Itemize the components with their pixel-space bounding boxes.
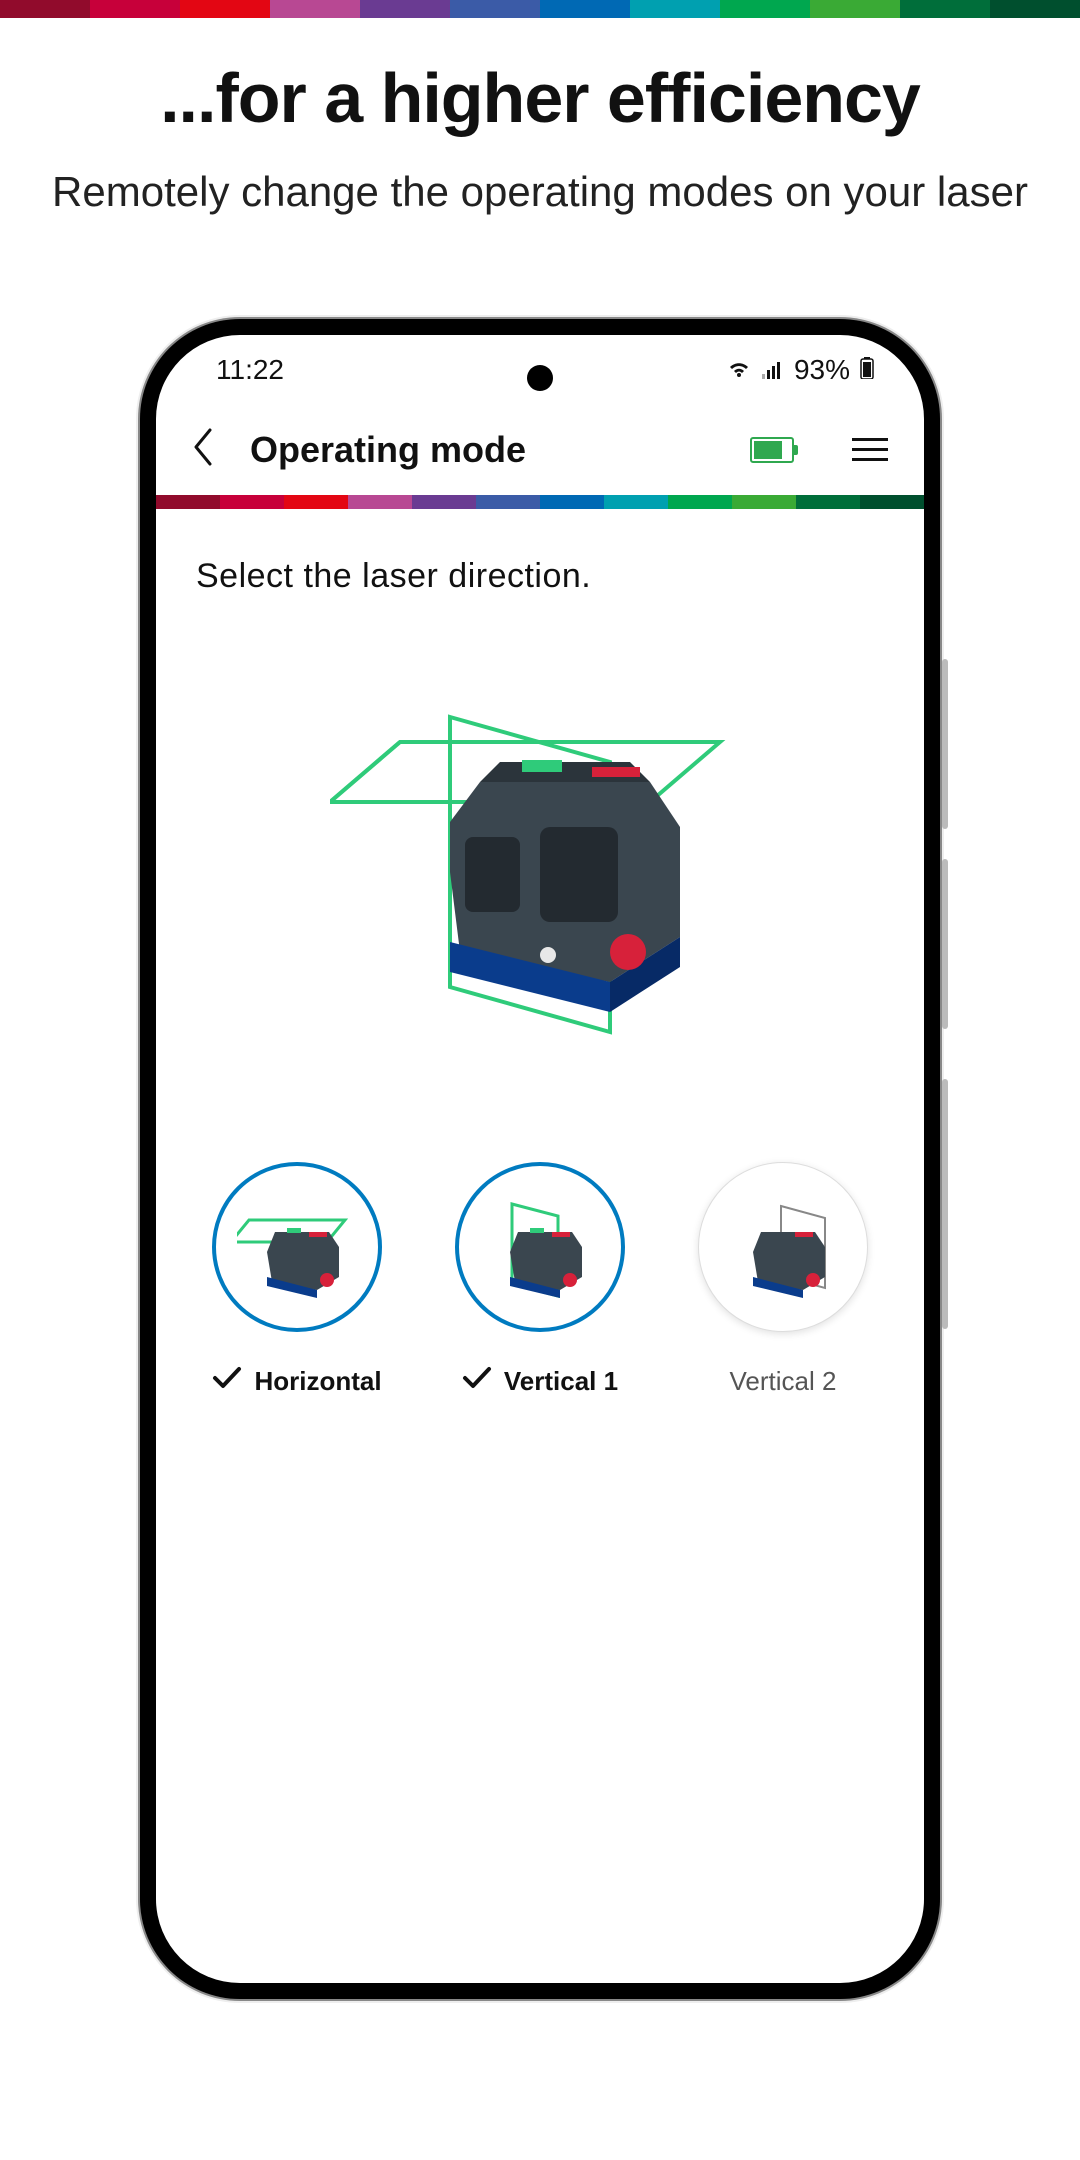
phone-frame: 11:22 93% Opera	[140, 319, 940, 1999]
option-vertical-1[interactable]: Vertical 1	[448, 1162, 633, 1397]
promo-title: ...for a higher efficiency	[40, 58, 1040, 138]
brand-color-bar-small	[156, 495, 924, 509]
cellular-icon	[762, 354, 784, 386]
back-button[interactable]	[192, 428, 214, 471]
option-label: Horizontal	[254, 1366, 381, 1397]
promo-subtitle: Remotely change the operating modes on y…	[40, 166, 1040, 219]
option-vertical-2-label-row: Vertical 2	[730, 1366, 837, 1397]
status-battery-pct: 93%	[794, 354, 850, 386]
appbar-title: Operating mode	[250, 429, 714, 471]
option-label: Vertical 2	[730, 1366, 837, 1397]
option-vertical-2-circle	[698, 1162, 868, 1332]
status-time: 11:22	[216, 354, 284, 386]
camera-punchhole	[527, 365, 553, 391]
check-icon	[212, 1366, 242, 1397]
option-label: Vertical 1	[504, 1366, 618, 1397]
promo-block: ...for a higher efficiency Remotely chan…	[0, 18, 1080, 249]
option-vertical-2[interactable]: Vertical 2	[691, 1162, 876, 1397]
menu-button[interactable]	[852, 438, 888, 461]
option-vertical-1-circle	[455, 1162, 625, 1332]
battery-icon	[860, 354, 874, 386]
laser-device-illustration	[450, 760, 680, 1012]
option-horizontal-circle	[212, 1162, 382, 1332]
laser-hero-illustration	[156, 612, 924, 1132]
check-icon	[462, 1366, 492, 1397]
laser-direction-options: Horizontal	[156, 1162, 924, 1397]
option-horizontal-label-row: Horizontal	[212, 1366, 381, 1397]
option-vertical-1-label-row: Vertical 1	[462, 1366, 618, 1397]
option-horizontal[interactable]: Horizontal	[205, 1162, 390, 1397]
device-battery-indicator	[750, 437, 794, 463]
brand-color-bar	[0, 0, 1080, 18]
app-bar: Operating mode	[156, 405, 924, 495]
instruction-text: Select the laser direction.	[156, 509, 924, 612]
wifi-icon	[726, 354, 752, 386]
